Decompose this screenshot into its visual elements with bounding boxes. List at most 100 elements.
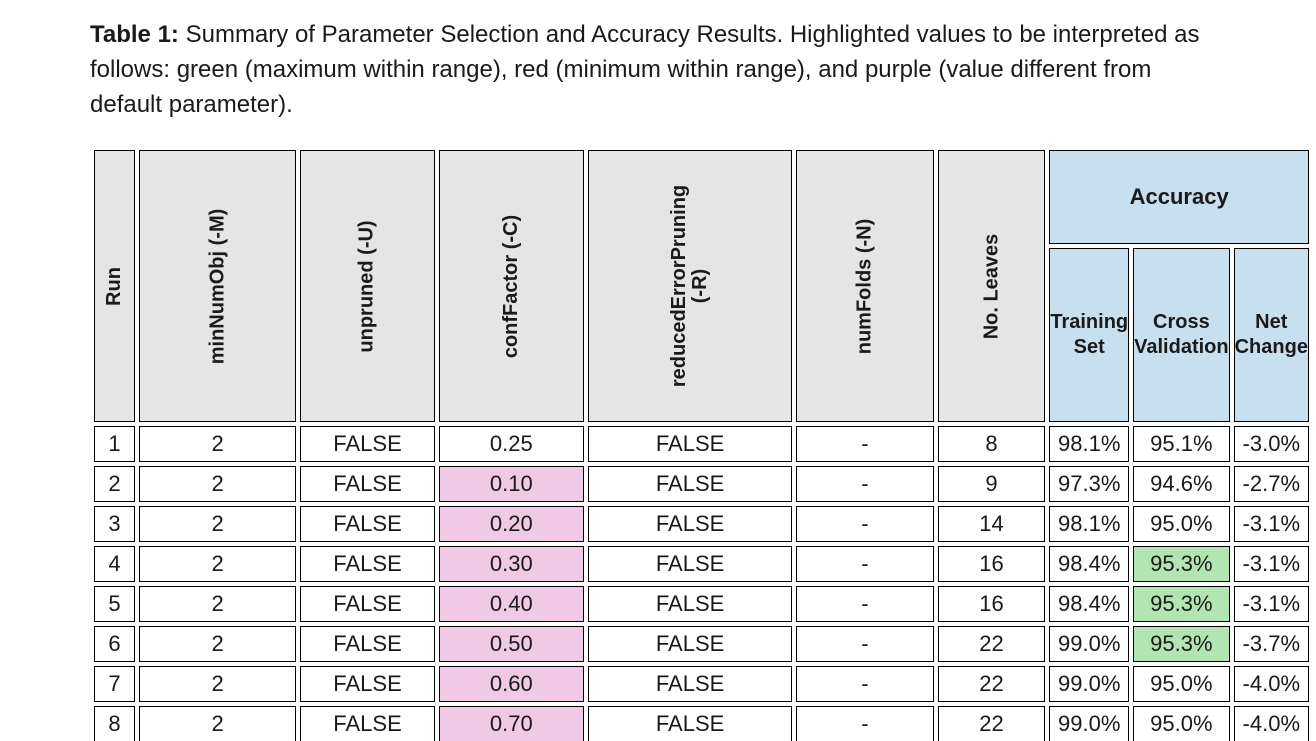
cell-training-set: 99.0% [1049,666,1129,702]
cell-numfolds: - [796,546,934,582]
cell-minnumobj: 2 [139,426,297,462]
cell-numfolds: - [796,626,934,662]
cell-reducederrorpruning: FALSE [588,706,792,741]
cell-conffactor: 0.70 [439,706,584,741]
cell-numfolds: - [796,666,934,702]
table-row: 42FALSE0.30FALSE-1698.4%95.3%-3.1% [94,546,1309,582]
cell-minnumobj: 2 [139,586,297,622]
cell-net-change: -4.0% [1234,666,1309,702]
cell-run: 6 [94,626,135,662]
cell-training-set: 98.1% [1049,506,1129,542]
cell-numfolds: - [796,466,934,502]
cell-unpruned: FALSE [300,586,434,622]
table-row: 22FALSE0.10FALSE-997.3%94.6%-2.7% [94,466,1309,502]
cell-net-change: -3.1% [1234,586,1309,622]
table-body: 12FALSE0.25FALSE-898.1%95.1%-3.0%22FALSE… [94,426,1309,741]
table-row: 32FALSE0.20FALSE-1498.1%95.0%-3.1% [94,506,1309,542]
col-unpruned: unpruned (-U) [300,150,434,422]
cell-cross-validation: 95.1% [1133,426,1229,462]
cell-no-leaves: 9 [938,466,1046,502]
caption-text: Summary of Parameter Selection and Accur… [90,21,1199,118]
cell-unpruned: FALSE [300,666,434,702]
cell-cross-validation: 95.3% [1133,626,1229,662]
table-row: 82FALSE0.70FALSE-2299.0%95.0%-4.0% [94,706,1309,741]
col-noleaves: No. Leaves [938,150,1046,422]
table-row: 52FALSE0.40FALSE-1698.4%95.3%-3.1% [94,586,1309,622]
cell-reducederrorpruning: FALSE [588,466,792,502]
col-training-set: TrainingSet [1049,248,1129,422]
cell-cross-validation: 95.0% [1133,506,1229,542]
cell-numfolds: - [796,426,934,462]
cell-no-leaves: 22 [938,706,1046,741]
cell-training-set: 98.1% [1049,426,1129,462]
table-row: 72FALSE0.60FALSE-2299.0%95.0%-4.0% [94,666,1309,702]
cell-conffactor: 0.50 [439,626,584,662]
cell-training-set: 98.4% [1049,586,1129,622]
cell-training-set: 99.0% [1049,626,1129,662]
cell-unpruned: FALSE [300,626,434,662]
cell-cross-validation: 95.0% [1133,666,1229,702]
cell-net-change: -3.7% [1234,626,1309,662]
cell-reducederrorpruning: FALSE [588,666,792,702]
col-net-change: NetChange [1234,248,1309,422]
cell-net-change: -3.1% [1234,506,1309,542]
cell-run: 2 [94,466,135,502]
cell-cross-validation: 95.0% [1133,706,1229,741]
cell-cross-validation: 95.3% [1133,546,1229,582]
cell-run: 4 [94,546,135,582]
cell-training-set: 98.4% [1049,546,1129,582]
col-minnumobj: minNumObj (-M) [139,150,297,422]
cell-reducederrorpruning: FALSE [588,506,792,542]
col-reducederrorpruning: reducedErrorPruning(-R) [588,150,792,422]
cell-run: 3 [94,506,135,542]
cell-conffactor: 0.40 [439,586,584,622]
cell-net-change: -2.7% [1234,466,1309,502]
table-caption: Table 1: Summary of Parameter Selection … [90,18,1226,122]
cell-cross-validation: 95.3% [1133,586,1229,622]
cell-unpruned: FALSE [300,706,434,741]
caption-label: Table 1: [90,21,179,48]
cell-run: 5 [94,586,135,622]
cell-net-change: -3.0% [1234,426,1309,462]
cell-reducederrorpruning: FALSE [588,546,792,582]
cell-run: 8 [94,706,135,741]
cell-no-leaves: 16 [938,586,1046,622]
cell-numfolds: - [796,586,934,622]
cell-conffactor: 0.20 [439,506,584,542]
col-accuracy-group: Accuracy [1049,150,1309,244]
results-table: Run minNumObj (-M) unpruned (-U) confFac… [90,146,1313,741]
cell-minnumobj: 2 [139,706,297,741]
cell-minnumobj: 2 [139,666,297,702]
cell-no-leaves: 22 [938,626,1046,662]
col-cross-validation: CrossValidation [1133,248,1229,422]
cell-conffactor: 0.25 [439,426,584,462]
cell-net-change: -3.1% [1234,546,1309,582]
col-numfolds: numFolds (-N) [796,150,934,422]
cell-no-leaves: 14 [938,506,1046,542]
col-run: Run [94,150,135,422]
cell-unpruned: FALSE [300,546,434,582]
cell-cross-validation: 94.6% [1133,466,1229,502]
cell-conffactor: 0.30 [439,546,584,582]
cell-run: 1 [94,426,135,462]
cell-minnumobj: 2 [139,506,297,542]
cell-numfolds: - [796,706,934,741]
cell-minnumobj: 2 [139,546,297,582]
cell-no-leaves: 8 [938,426,1046,462]
cell-unpruned: FALSE [300,466,434,502]
cell-no-leaves: 22 [938,666,1046,702]
cell-minnumobj: 2 [139,626,297,662]
cell-unpruned: FALSE [300,506,434,542]
cell-reducederrorpruning: FALSE [588,426,792,462]
col-conffactor: confFactor (-C) [439,150,584,422]
cell-net-change: -4.0% [1234,706,1309,741]
cell-run: 7 [94,666,135,702]
cell-training-set: 99.0% [1049,706,1129,741]
cell-reducederrorpruning: FALSE [588,586,792,622]
cell-no-leaves: 16 [938,546,1046,582]
cell-conffactor: 0.60 [439,666,584,702]
cell-training-set: 97.3% [1049,466,1129,502]
cell-numfolds: - [796,506,934,542]
table-row: 12FALSE0.25FALSE-898.1%95.1%-3.0% [94,426,1309,462]
table-row: 62FALSE0.50FALSE-2299.0%95.3%-3.7% [94,626,1309,662]
